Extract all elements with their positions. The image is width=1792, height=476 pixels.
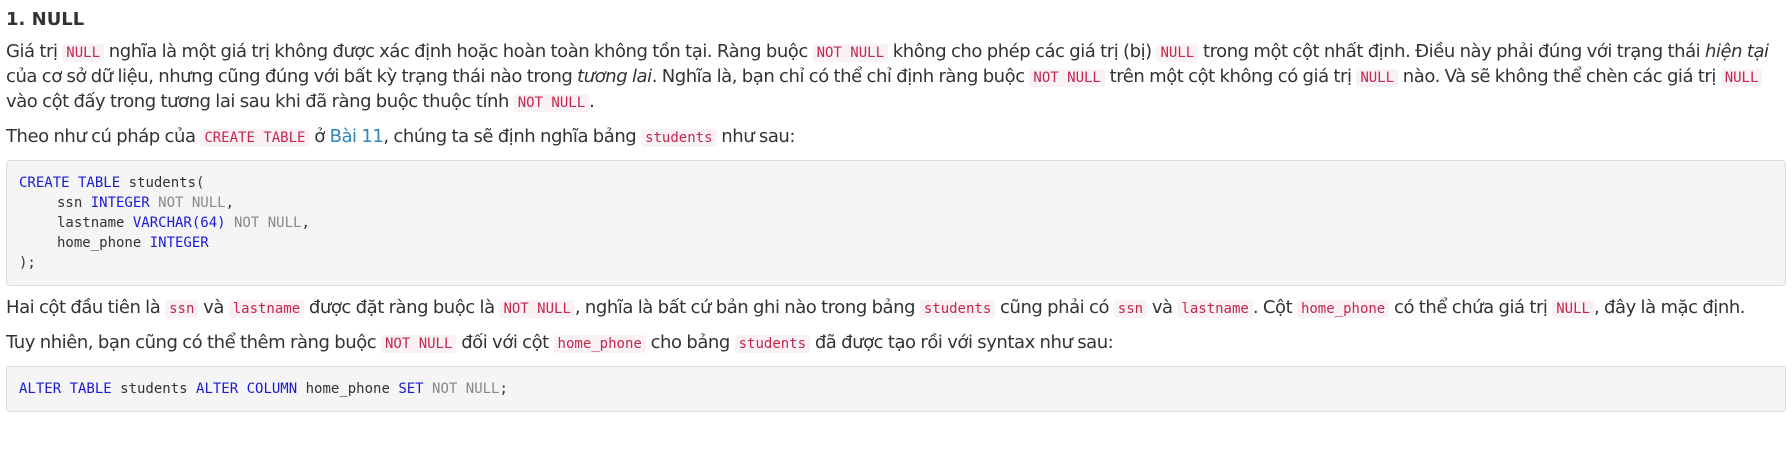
text: Tuy nhiên, bạn cũng có thể thêm ràng buộ… [6, 332, 381, 353]
sql-type: VARCHAR(64) [132, 215, 226, 231]
text: và [1147, 297, 1178, 318]
text: có thể chứa giá trị [1389, 297, 1553, 318]
text: . Cột [1252, 297, 1297, 318]
article-content: 1. NULL Giá trị NULL nghĩa là một giá tr… [0, 8, 1792, 412]
text: đối với cột [456, 332, 554, 353]
text: . Nghĩa là, bạn chỉ có thể chỉ định ràng… [651, 66, 1030, 87]
inline-code: lastname [1177, 300, 1253, 318]
inline-code: NOT NULL [499, 300, 575, 318]
text: Hai cột đầu tiên là [6, 297, 166, 318]
text: , chúng ta sẽ định nghĩa bảng [383, 126, 642, 147]
sql-keyword: ALTER COLUMN [196, 381, 298, 397]
section-heading: 1. NULL [6, 9, 85, 30]
paragraph-columns-explanation: Hai cột đầu tiên là ssn và lastname được… [6, 296, 1786, 321]
sql-constraint: NOT NULL [149, 195, 226, 211]
text: nào. Và sẽ không thể chèn các giá trị [1398, 66, 1721, 87]
inline-code: students [734, 335, 811, 353]
paragraph-create-table-intro: Theo như cú pháp của CREATE TABLE ở Bài … [6, 125, 1786, 150]
text: như sau: [716, 126, 795, 147]
text: đã được tạo rồi với syntax như sau: [810, 332, 1114, 353]
code-text: ssn [57, 195, 91, 211]
sql-keyword: SET [398, 381, 424, 397]
inline-code: lastname [228, 300, 305, 318]
inline-code: NOT NULL [812, 44, 889, 62]
code-text: ; [499, 381, 508, 397]
emphasis: tương lai [577, 66, 652, 87]
code-text: students [111, 381, 197, 397]
code-text: , [225, 195, 235, 211]
code-block-alter-table: ALTER TABLE students ALTER COLUMN home_p… [6, 366, 1786, 412]
inline-code: students [919, 300, 996, 318]
inline-code: home_phone [1296, 300, 1390, 318]
text: nghĩa là một giá trị không được xác định… [104, 41, 813, 62]
text: cho bảng [645, 332, 735, 353]
text: Theo như cú pháp của [6, 126, 201, 147]
sql-type: INTEGER [149, 235, 209, 251]
text: và [198, 297, 229, 318]
sql-constraint: NOT NULL [423, 381, 500, 397]
emphasis: hiện tại [1704, 41, 1769, 62]
inline-code: NULL [1356, 69, 1399, 87]
inline-code: NULL [1156, 44, 1199, 62]
lesson-11-link[interactable]: Bài 11 [330, 126, 384, 147]
code-text: ); [19, 255, 36, 271]
inline-code: NULL [1552, 300, 1594, 318]
inline-code: NOT NULL [513, 94, 590, 112]
sql-keyword: ALTER TABLE [19, 381, 112, 397]
sql-type: INTEGER [90, 195, 150, 211]
text: không cho phép các giá trị (bị) [888, 41, 1157, 62]
paragraph-alter-intro: Tuy nhiên, bạn cũng có thể thêm ràng buộ… [6, 331, 1786, 356]
sql-keyword: CREATE TABLE [19, 175, 121, 191]
text: , đây là mặc định. [1593, 297, 1746, 318]
text: ở [309, 126, 330, 147]
inline-code: NULL [1720, 69, 1763, 87]
code-block-create-table: CREATE TABLE students( ssn INTEGER NOT N… [6, 160, 1786, 286]
inline-code: home_phone [553, 335, 646, 353]
text: , nghĩa là bất cứ bản ghi nào trong bảng [574, 297, 920, 318]
inline-code: ssn [165, 300, 199, 318]
inline-code: students [641, 129, 717, 147]
text: trên một cột không có giá trị [1104, 66, 1357, 87]
text: vào cột đấy trong tương lai sau khi đã r… [6, 91, 514, 112]
sql-constraint: NOT NULL [225, 215, 302, 231]
code-text: lastname [57, 215, 133, 231]
inline-code: NOT NULL [380, 335, 457, 353]
text: cũng phải có [995, 297, 1114, 318]
code-text: students( [120, 175, 205, 191]
code-text: home_phone [297, 381, 399, 397]
text: được đặt ràng buộc là [304, 297, 500, 318]
code-text: , [301, 215, 310, 231]
inline-code: NULL [62, 44, 105, 62]
code-text: home_phone [57, 235, 150, 251]
paragraph-null-definition: Giá trị NULL nghĩa là một giá trị không … [6, 40, 1786, 115]
text: trong một cột nhất định. Điều này phải đ… [1198, 41, 1705, 62]
text: của cơ sở dữ liệu, nhưng cũng đúng với b… [6, 66, 578, 87]
text: Giá trị [6, 41, 63, 62]
text: . [589, 91, 595, 112]
inline-code: CREATE TABLE [200, 129, 310, 147]
inline-code: NOT NULL [1029, 69, 1105, 87]
inline-code: ssn [1113, 300, 1148, 318]
